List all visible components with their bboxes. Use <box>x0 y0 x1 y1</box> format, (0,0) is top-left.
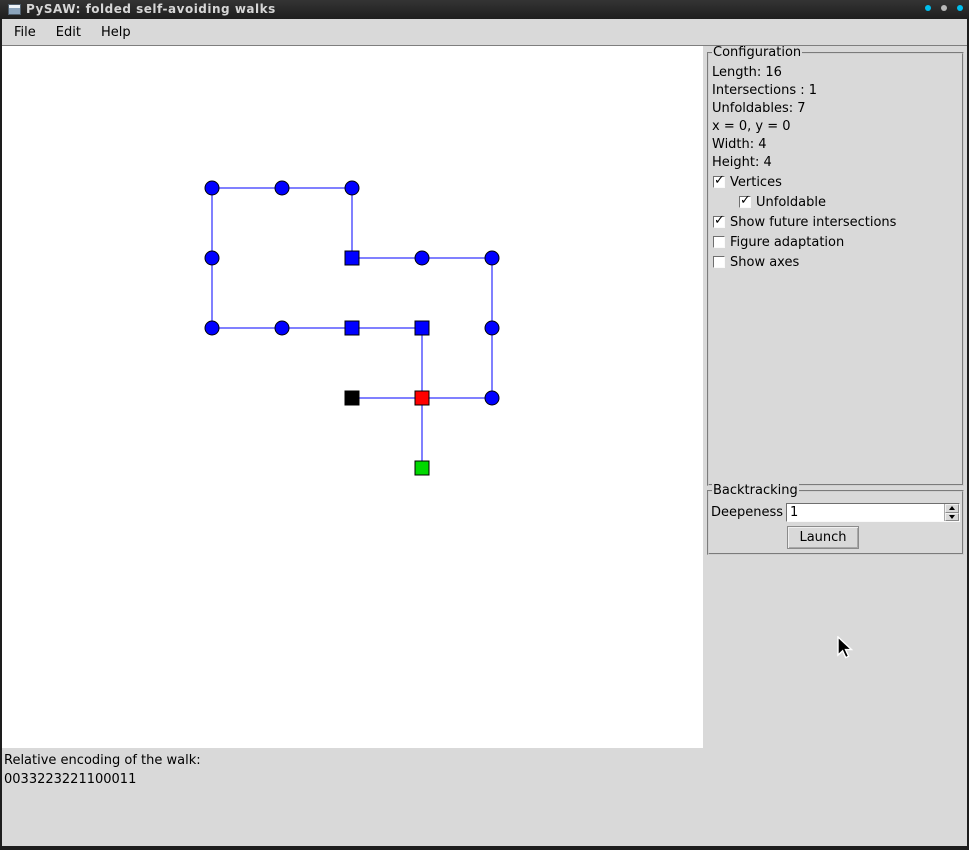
config-stat-0: Length: 16 <box>712 64 960 82</box>
checkbox-row-show-axes: Show axes <box>712 252 960 272</box>
config-stat-5: Height: 4 <box>712 154 960 172</box>
config-stat-3: x = 0, y = 0 <box>712 118 960 136</box>
config-stat-4: Width: 4 <box>712 136 960 154</box>
spin-down-button[interactable] <box>945 513 959 522</box>
deepeness-spinbox[interactable]: 1 <box>786 503 960 522</box>
configuration-body: Length: 16Intersections : 1Unfoldables: … <box>709 54 962 272</box>
checkbox-label: Show axes <box>730 255 799 270</box>
checkbox-label: Unfoldable <box>756 195 826 210</box>
checkmark-icon: ✓ <box>740 194 751 208</box>
window-border-bottom <box>0 846 969 850</box>
checkbox-show-future-intersections[interactable]: ✓ <box>713 216 725 228</box>
deepeness-label: Deepeness <box>711 505 783 520</box>
backtracking-panel: Backtracking Deepeness 1 Launch <box>707 490 964 555</box>
checkbox-label: Show future intersections <box>730 215 896 230</box>
menu-item-help[interactable]: Help <box>91 21 141 44</box>
checkbox-unfoldable[interactable]: ✓ <box>739 196 751 208</box>
launch-button[interactable]: Launch <box>787 526 859 549</box>
checkbox-label: Figure adaptation <box>730 235 844 250</box>
checkbox-figure-adaptation[interactable] <box>713 236 725 248</box>
spin-up-button[interactable] <box>945 504 959 513</box>
window-controls <box>925 5 963 11</box>
config-stat-2: Unfoldables: 7 <box>712 100 960 118</box>
checkbox-show-axes[interactable] <box>713 256 725 268</box>
checkbox-label: Vertices <box>730 175 782 190</box>
config-stat-1: Intersections : 1 <box>712 82 960 100</box>
checkmark-icon: ✓ <box>714 174 725 188</box>
chevron-up-icon <box>949 506 955 510</box>
walk-canvas[interactable] <box>2 46 703 748</box>
checkmark-icon: ✓ <box>714 214 725 228</box>
window-title: PySAW: folded self-avoiding walks <box>26 2 276 16</box>
chevron-down-icon <box>949 515 955 519</box>
mouse-cursor <box>836 636 858 662</box>
deepeness-value[interactable]: 1 <box>787 504 944 521</box>
checkbox-vertices[interactable]: ✓ <box>713 176 725 188</box>
window-dot-middle-icon[interactable] <box>941 5 947 11</box>
window-icon <box>8 4 21 15</box>
window-dot-left-icon[interactable] <box>925 5 931 11</box>
window-border-left <box>0 19 2 850</box>
status-line-2: 0033223221100011 <box>4 770 201 789</box>
configuration-panel: Configuration Length: 16Intersections : … <box>707 52 964 486</box>
configuration-panel-title: Configuration <box>712 45 802 60</box>
status-line-1: Relative encoding of the walk: <box>4 751 201 770</box>
menu-item-edit[interactable]: Edit <box>46 21 91 44</box>
status-area: Relative encoding of the walk: 003322322… <box>4 751 201 789</box>
backtracking-panel-title: Backtracking <box>712 483 799 498</box>
titlebar: PySAW: folded self-avoiding walks <box>0 0 969 19</box>
checkbox-row-figure-adaptation: Figure adaptation <box>712 232 960 252</box>
checkbox-row-unfoldable: ✓ Unfoldable <box>738 192 960 212</box>
menu-item-file[interactable]: File <box>4 21 46 44</box>
window-dot-right-icon[interactable] <box>957 5 963 11</box>
checkbox-row-show-future-intersections: ✓ Show future intersections <box>712 212 960 232</box>
checkbox-row-vertices: ✓ Vertices <box>712 172 960 192</box>
app-window: PySAW: folded self-avoiding walks FileEd… <box>0 0 969 850</box>
menubar: FileEditHelp <box>2 19 967 46</box>
